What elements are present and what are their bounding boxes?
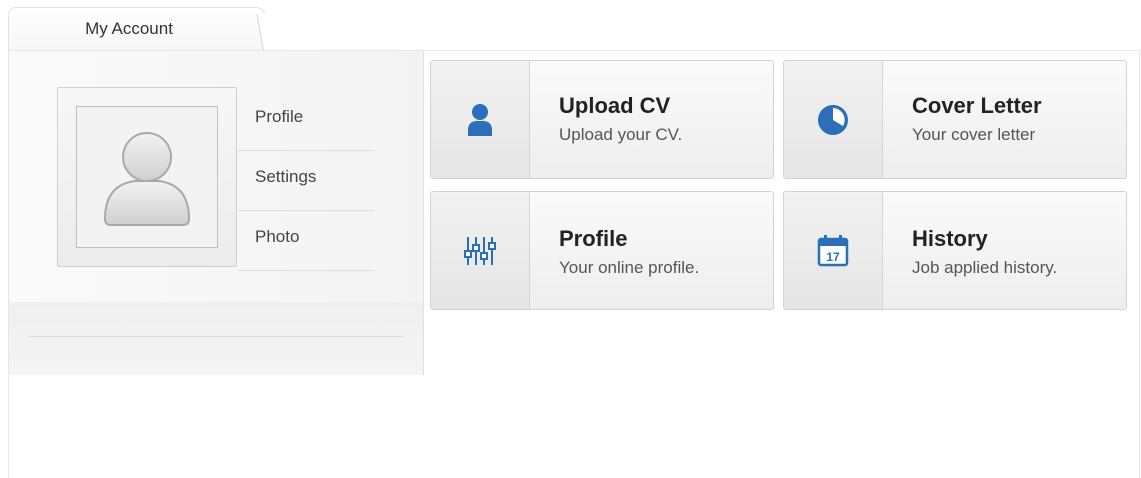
pie-chart-icon <box>818 104 848 135</box>
menu-item-label: Settings <box>255 167 317 186</box>
menu-item-profile[interactable]: Profile <box>238 91 375 151</box>
card-title: Upload CV <box>559 93 671 118</box>
tab-my-account[interactable]: My Account <box>8 7 266 51</box>
card-description: Upload your CV. <box>559 125 683 144</box>
card-icon-box <box>431 192 530 309</box>
sliders-icon <box>464 236 496 265</box>
card-title: History <box>912 226 988 251</box>
calendar-icon: 17 <box>817 234 849 266</box>
card-icon-box: 17 <box>784 192 883 309</box>
card-icon-box <box>784 61 883 178</box>
card-icon-box <box>431 61 530 178</box>
menu-item-photo[interactable]: Photo <box>238 211 375 271</box>
account-menu: Profile Settings Photo <box>238 91 375 271</box>
card-description: Your online profile. <box>559 258 700 277</box>
account-sidebar: Profile Settings Photo <box>9 51 424 375</box>
account-panel: Profile Settings Photo Upload CV Upload … <box>8 50 1140 478</box>
calendar-day: 17 <box>826 250 840 264</box>
cover-letter-card[interactable]: Cover Letter Your cover letter <box>783 60 1127 179</box>
avatar-frame <box>57 87 237 267</box>
upload-cv-card[interactable]: Upload CV Upload your CV. <box>430 60 774 179</box>
menu-item-label: Profile <box>255 107 304 126</box>
menu-item-label: Photo <box>255 227 300 246</box>
avatar[interactable] <box>76 106 218 248</box>
profile-card[interactable]: Profile Your online profile. <box>430 191 774 310</box>
divider <box>29 336 403 337</box>
tab-label: My Account <box>85 19 173 38</box>
default-avatar-icon <box>103 132 191 226</box>
history-card[interactable]: 17 History Job applied history. <box>783 191 1127 310</box>
card-description: Job applied history. <box>912 258 1058 277</box>
card-description: Your cover letter <box>912 125 1036 144</box>
card-title: Cover Letter <box>912 93 1042 118</box>
user-icon <box>468 103 492 136</box>
sidebar-footer <box>9 302 423 375</box>
card-title: Profile <box>559 226 628 251</box>
menu-item-settings[interactable]: Settings <box>238 151 375 211</box>
